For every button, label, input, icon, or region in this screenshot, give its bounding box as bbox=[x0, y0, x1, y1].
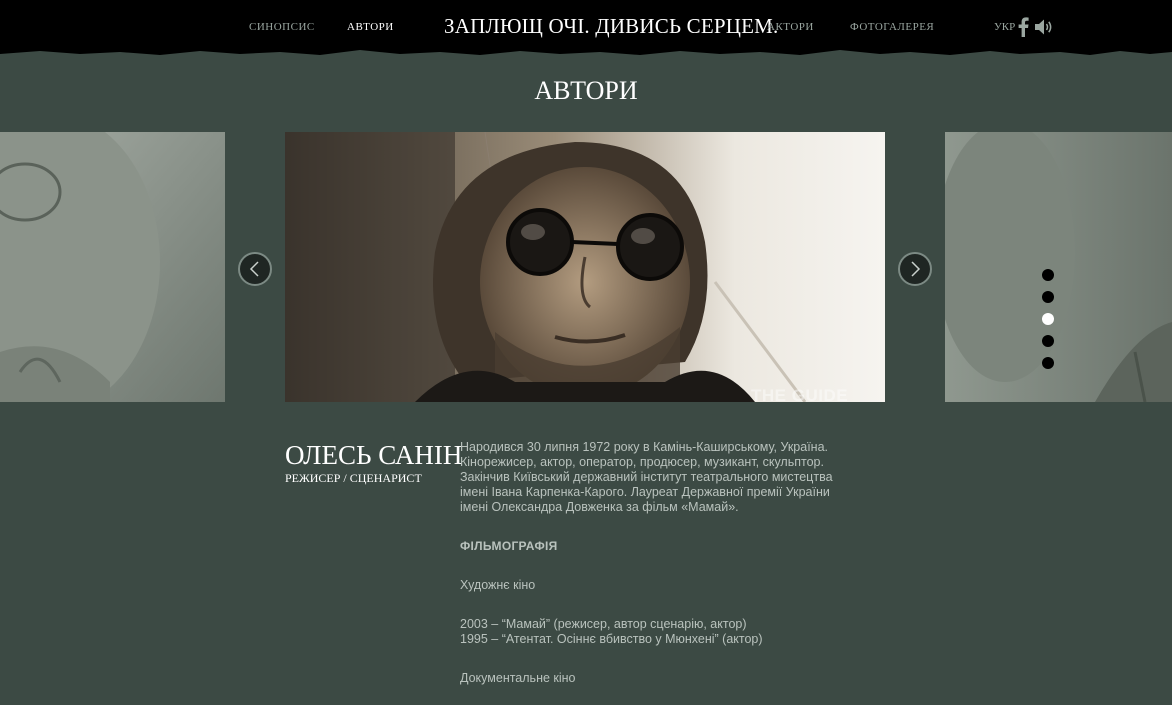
film-list: 2003 – “Мамай” (режисер, автор сценарію,… bbox=[460, 617, 763, 647]
facebook-icon[interactable] bbox=[1017, 17, 1029, 37]
film-item: 1995 – “Атентат. Осіннє вбивство у Мюнхе… bbox=[460, 632, 763, 646]
chevron-left-icon bbox=[249, 261, 259, 277]
bio-line: імені Івана Карпенка-Карого. Лауреат Дер… bbox=[460, 485, 830, 499]
torn-edge-decoration bbox=[0, 46, 1172, 55]
carousel-dot-4[interactable] bbox=[1042, 335, 1054, 347]
film-item: 2003 – “Мамай” (режисер, автор сценарію,… bbox=[460, 617, 747, 631]
nav-item-authors[interactable]: АВТОРИ bbox=[347, 21, 394, 33]
sound-icon[interactable] bbox=[1034, 18, 1054, 36]
carousel-next-button[interactable] bbox=[898, 252, 932, 286]
author-photo-next bbox=[945, 132, 1172, 402]
photo-watermark: THE GUIDE bbox=[751, 386, 849, 402]
nav-item-photogallery[interactable]: ФОТОГАЛЕРЕЯ bbox=[850, 21, 934, 33]
nav-item-actors[interactable]: АКТОРИ bbox=[767, 21, 814, 33]
person-name: ОЛЕСЬ САНІН bbox=[285, 440, 463, 470]
carousel-dot-5[interactable] bbox=[1042, 357, 1054, 369]
carousel-slide-previous[interactable] bbox=[0, 132, 225, 402]
bio-line: Народився 30 липня 1972 року в Камінь-Ка… bbox=[460, 440, 829, 454]
carousel-prev-button[interactable] bbox=[238, 252, 272, 286]
author-photo-previous bbox=[0, 132, 225, 402]
site-title[interactable]: ЗАПЛЮЩ ОЧІ. ДИВИСЬ СЕРЦЕМ. bbox=[444, 14, 779, 39]
carousel-pagination bbox=[1042, 269, 1054, 379]
person-bio: Народився 30 липня 1972 року в Камінь-Ка… bbox=[460, 440, 870, 515]
person-role: РЕЖИСЕР / СЦЕНАРИСТ bbox=[285, 471, 422, 485]
bio-line: Закінчив Київський державний інститут те… bbox=[460, 470, 833, 484]
chevron-right-icon bbox=[911, 261, 921, 277]
documentary-heading: Документальне кіно bbox=[460, 671, 576, 685]
page-title: АВТОРИ bbox=[534, 76, 638, 105]
feature-films-heading: Художнє кіно bbox=[460, 578, 536, 592]
nav-item-synopsis[interactable]: СИНОПСИС bbox=[249, 21, 315, 33]
carousel-slide-current[interactable]: THE GUIDE bbox=[285, 132, 885, 402]
author-photo-main bbox=[285, 132, 885, 402]
carousel-dot-1[interactable] bbox=[1042, 269, 1054, 281]
language-switch[interactable]: УКР bbox=[994, 21, 1015, 33]
top-navigation-bar: СИНОПСИС АВТОРИ ЗАПЛЮЩ ОЧІ. ДИВИСЬ СЕРЦЕ… bbox=[0, 0, 1172, 50]
bio-line: Кінорежисер, актор, оператор, продюсер, … bbox=[460, 455, 824, 469]
carousel-slide-next[interactable] bbox=[945, 132, 1172, 402]
bio-line: імені Олександра Довженка за фільм «Мама… bbox=[460, 500, 739, 514]
filmography-heading: ФІЛЬМОГРАФІЯ bbox=[460, 539, 558, 553]
carousel-dot-2[interactable] bbox=[1042, 291, 1054, 303]
carousel-dot-3[interactable] bbox=[1042, 313, 1054, 325]
